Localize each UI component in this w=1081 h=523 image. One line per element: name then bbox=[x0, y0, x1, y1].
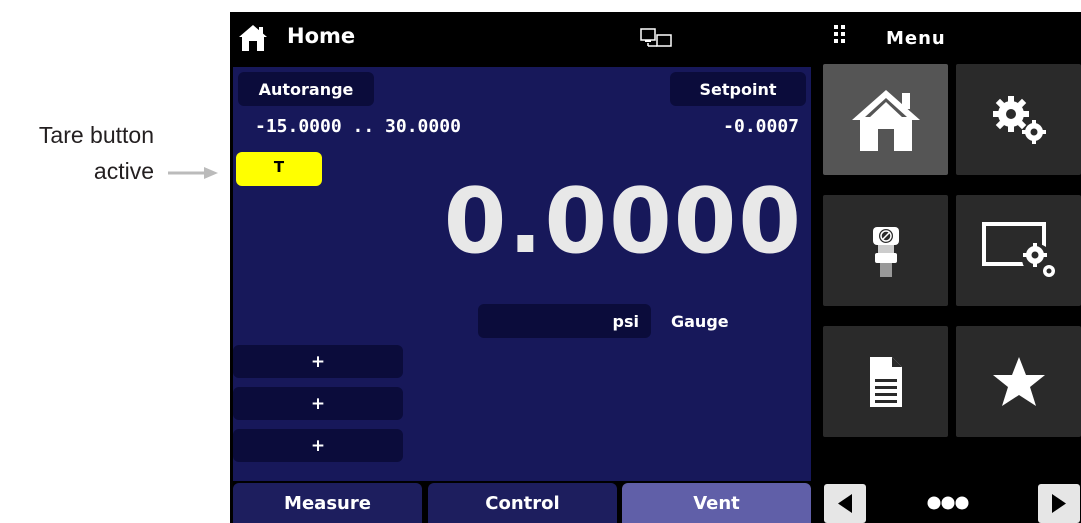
top-bar: Home Menu bbox=[230, 12, 1081, 64]
setpoint-value: -0.0007 bbox=[723, 116, 799, 137]
menu-label[interactable]: Menu bbox=[886, 28, 946, 49]
range-display: -15.0000 .. 30.0000 bbox=[255, 116, 461, 137]
tare-annotation: Tare button active bbox=[0, 118, 232, 198]
unit-selector[interactable]: psi bbox=[478, 304, 651, 338]
grip-icon[interactable] bbox=[834, 25, 846, 45]
menu-tile-settings[interactable] bbox=[956, 64, 1081, 175]
annotation-arrow-icon bbox=[168, 167, 218, 179]
home-icon bbox=[851, 89, 920, 151]
gauge-mode-label[interactable]: Gauge bbox=[671, 312, 729, 331]
autorange-button[interactable]: Autorange bbox=[238, 72, 374, 106]
star-icon bbox=[992, 356, 1045, 406]
add-function-button-1[interactable]: + bbox=[233, 345, 403, 378]
network-icon bbox=[640, 28, 672, 47]
menu-tile-home[interactable] bbox=[823, 64, 948, 175]
menu-next-button[interactable] bbox=[1037, 484, 1081, 523]
setpoint-button[interactable]: Setpoint bbox=[670, 72, 806, 106]
right-arrow-icon bbox=[1052, 494, 1066, 513]
page-title: Home bbox=[287, 24, 356, 48]
menu-tile-display-settings[interactable] bbox=[956, 195, 1081, 306]
measurement-panel: Autorange Setpoint -15.0000 .. 30.0000 -… bbox=[233, 67, 811, 481]
pressure-reading: 0.0000 bbox=[443, 169, 803, 274]
menu-tile-favorites[interactable] bbox=[956, 326, 1081, 437]
add-function-button-3[interactable]: + bbox=[233, 429, 403, 462]
settings-gears-icon bbox=[992, 95, 1046, 144]
add-function-button-2[interactable]: + bbox=[233, 387, 403, 420]
tab-control[interactable]: Control bbox=[428, 483, 617, 523]
tab-measure[interactable]: Measure bbox=[233, 483, 422, 523]
left-arrow-icon bbox=[838, 494, 852, 513]
mode-tabs: Measure Control Vent bbox=[233, 483, 811, 523]
tab-vent[interactable]: Vent bbox=[622, 483, 811, 523]
annotation-line-1: Tare button bbox=[38, 122, 154, 148]
page-dots-icon bbox=[927, 496, 969, 510]
annotation-line-2: active bbox=[93, 158, 154, 184]
tare-button[interactable]: T bbox=[236, 152, 322, 186]
next-button-bg bbox=[1038, 484, 1080, 523]
home-icon[interactable] bbox=[238, 24, 268, 52]
pressure-controller-icon bbox=[872, 226, 899, 277]
menu-tile-controller[interactable] bbox=[823, 195, 948, 306]
document-icon bbox=[869, 356, 902, 407]
prev-button-bg bbox=[824, 484, 866, 523]
menu-tile-documents[interactable] bbox=[823, 326, 948, 437]
menu-prev-button[interactable] bbox=[823, 484, 867, 523]
display-settings-icon bbox=[981, 221, 1055, 277]
side-menu bbox=[814, 64, 1081, 523]
device-screen: Home Menu Autorange Setpoint -15.0000 ..… bbox=[230, 12, 1081, 523]
